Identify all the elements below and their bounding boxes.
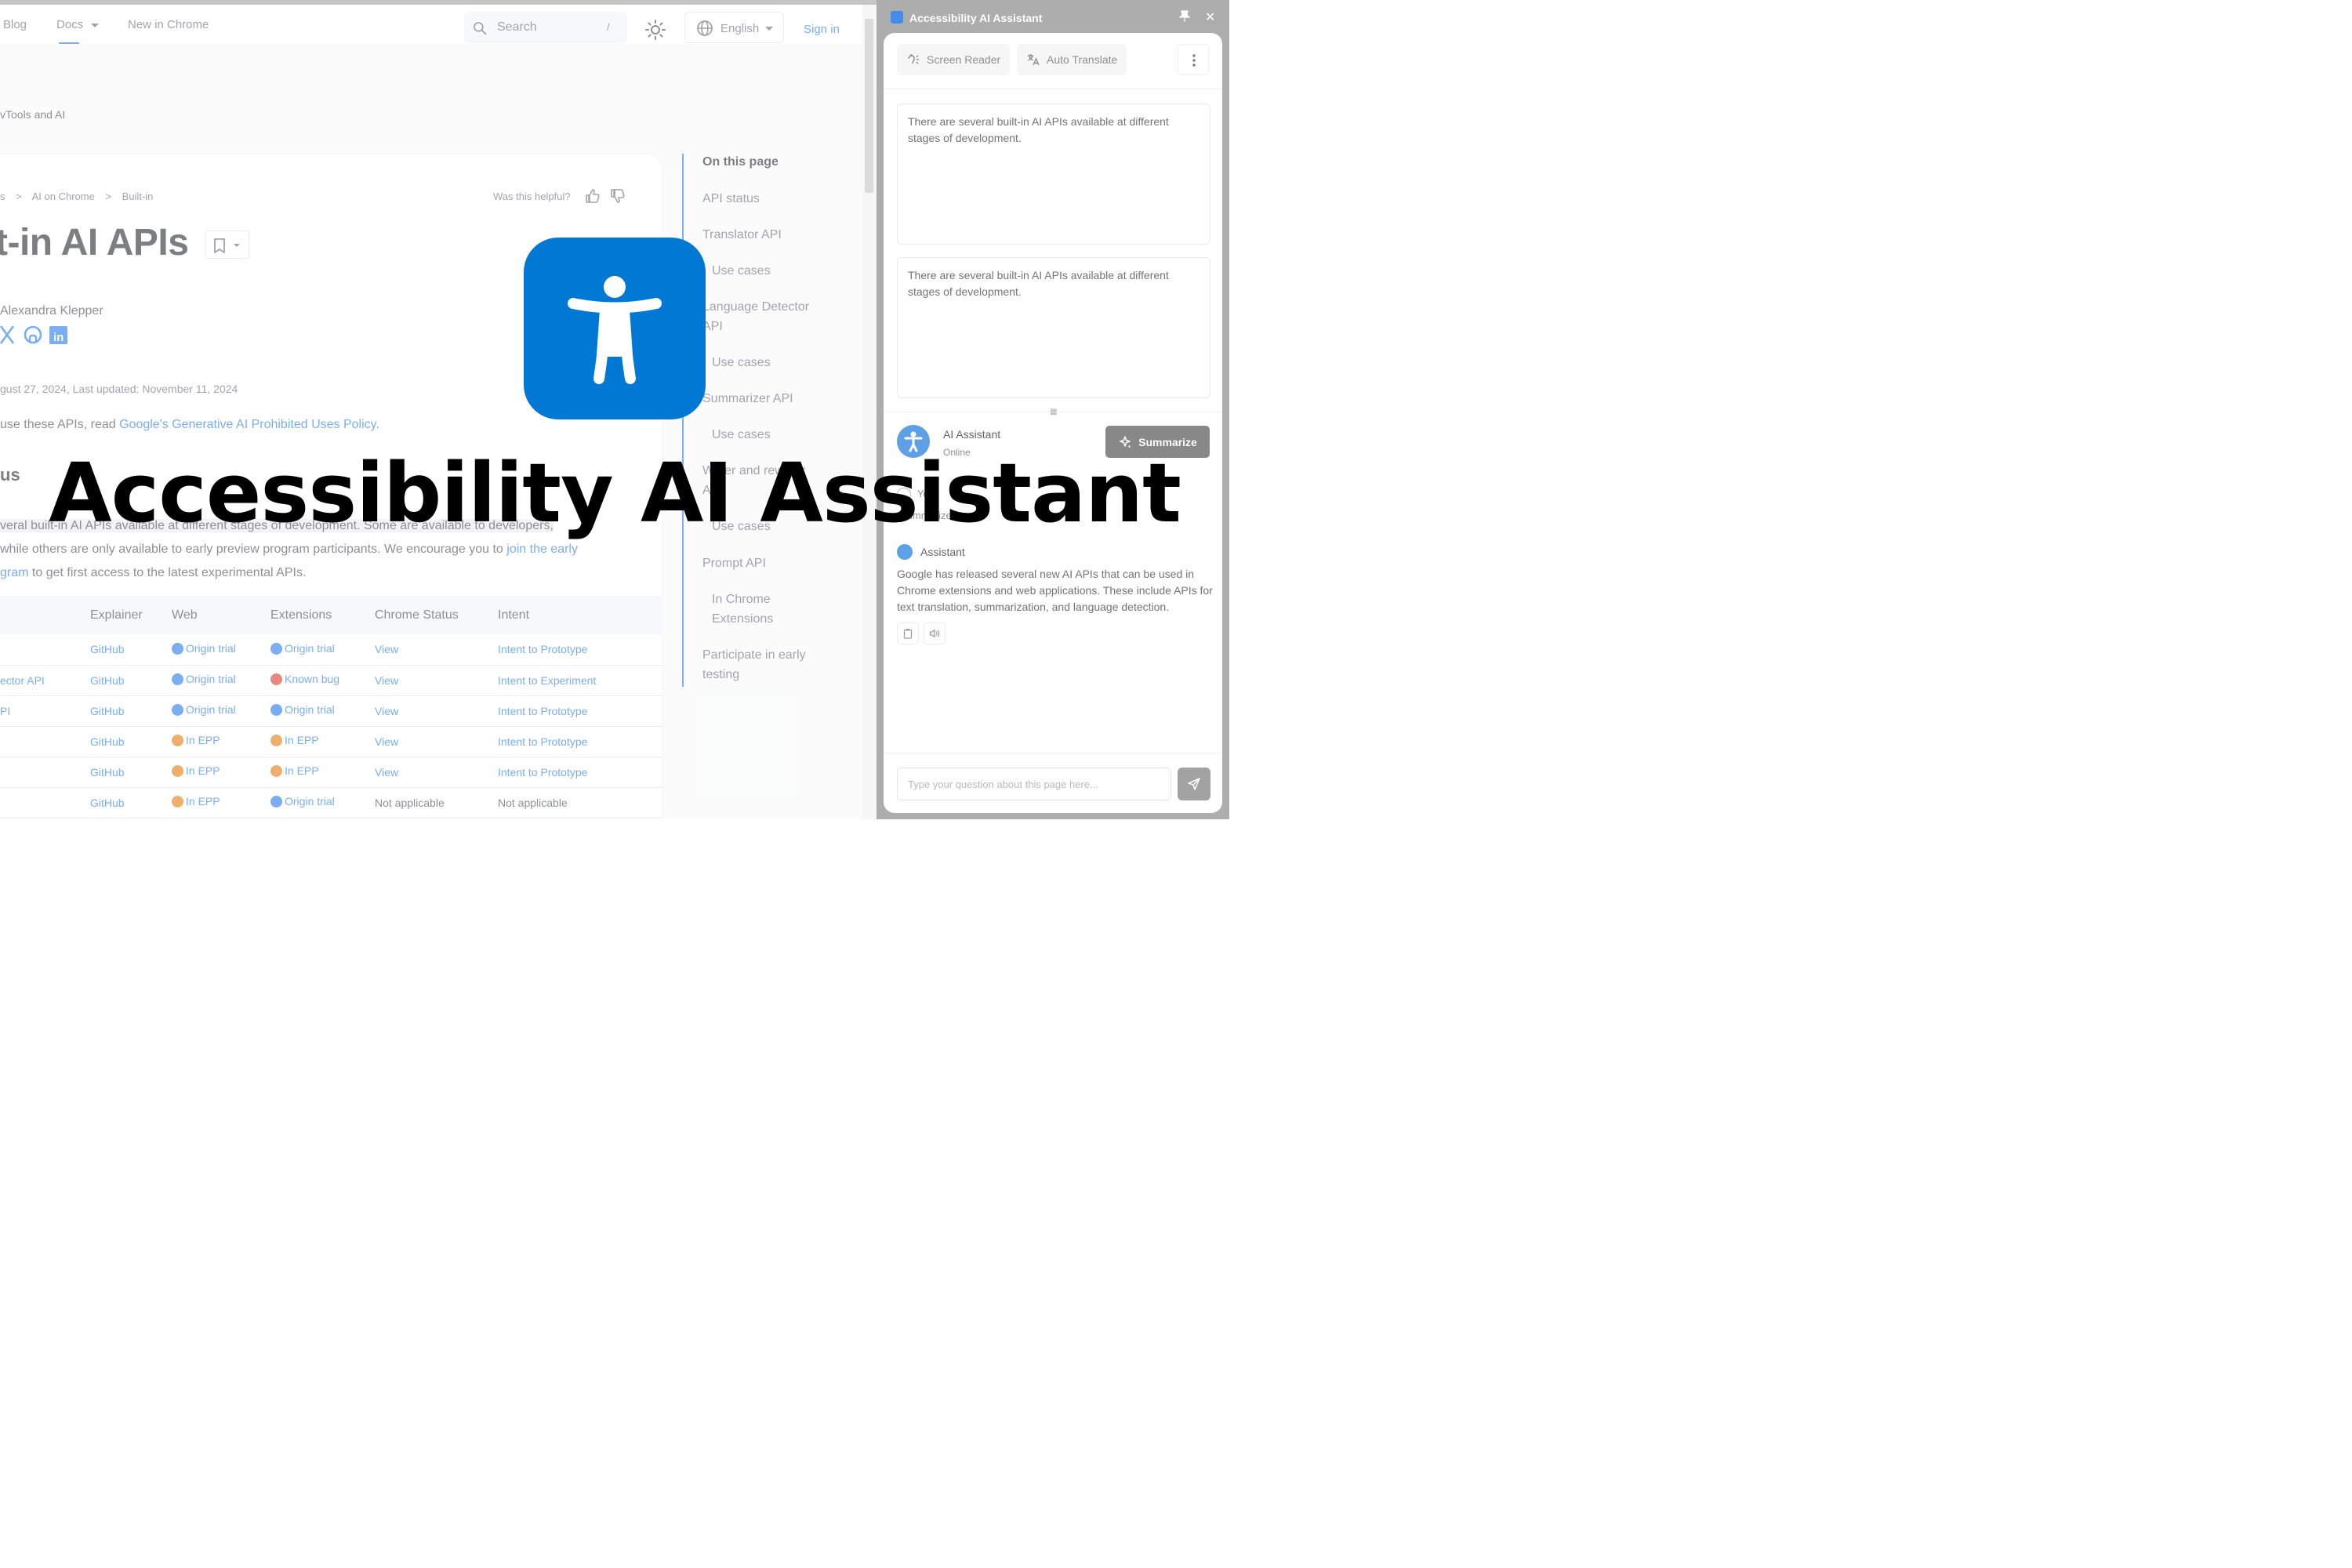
volume-icon <box>929 629 940 638</box>
overlay-wash <box>0 0 877 819</box>
docs-page: Blog Docs New in Chrome Search / English… <box>0 0 877 819</box>
speaker-icon <box>908 54 919 64</box>
send-icon <box>1188 778 1200 790</box>
accessibility-person-icon <box>897 544 913 560</box>
assistant-panel: Screen Reader Auto Translate There are s… <box>884 33 1222 813</box>
more-vert-icon <box>1192 54 1196 67</box>
close-icon[interactable]: ✕ <box>1205 9 1215 25</box>
more-options-button[interactable] <box>1178 44 1209 75</box>
pin-icon[interactable] <box>1179 10 1190 23</box>
assistant-name: AI Assistant <box>943 428 1001 441</box>
assistant-label: Assistant <box>920 546 965 558</box>
send-button[interactable] <box>1178 768 1210 800</box>
screen-reader-label: Screen Reader <box>927 53 1001 66</box>
translate-icon <box>1028 54 1040 66</box>
chat-input[interactable] <box>897 768 1171 800</box>
selected-text-box[interactable]: There are several built-in AI APIs avail… <box>897 103 1210 245</box>
clipboard-icon <box>903 629 913 639</box>
panel-title: Accessibility AI Assistant <box>909 12 1043 24</box>
panel-toolbar: Screen Reader Auto Translate <box>884 33 1222 89</box>
auto-translate-label: Auto Translate <box>1047 53 1118 66</box>
chat-input-area <box>884 753 1222 813</box>
promo-accessibility-badge <box>524 238 706 419</box>
assistant-message-header: Assistant <box>897 544 965 560</box>
read-aloud-button[interactable] <box>924 622 946 644</box>
message-actions <box>897 622 946 644</box>
screen-reader-button[interactable]: Screen Reader <box>897 44 1011 75</box>
accessibility-person-icon <box>568 276 662 384</box>
copy-button[interactable] <box>897 622 919 644</box>
processed-text-box[interactable]: There are several built-in AI APIs avail… <box>897 257 1210 398</box>
accessibility-logo-icon <box>891 11 903 24</box>
assistant-message: Google has released several new AI APIs … <box>897 568 1213 613</box>
panel-titlebar: Accessibility AI Assistant <box>877 0 1229 34</box>
auto-translate-button[interactable]: Auto Translate <box>1017 44 1127 75</box>
promo-title: Accessibility AI Assistant <box>49 445 1181 541</box>
